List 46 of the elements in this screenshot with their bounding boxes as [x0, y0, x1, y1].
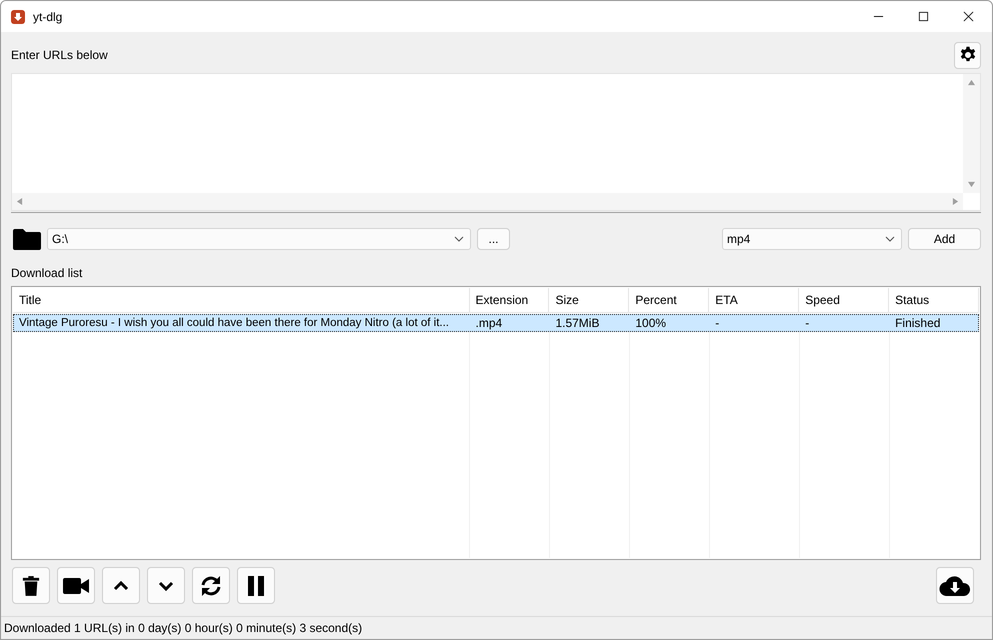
pause-button[interactable]: [237, 567, 275, 604]
table-cell-text: 100%: [634, 315, 668, 332]
table-cell-text: -: [804, 315, 810, 332]
close-icon[interactable]: [963, 11, 974, 22]
table-cell-text: Finished: [894, 315, 942, 332]
settings-button[interactable]: [954, 42, 981, 68]
column-header[interactable]: Extension: [470, 288, 550, 312]
download-button[interactable]: [936, 567, 974, 604]
add-button[interactable]: Add: [908, 228, 981, 250]
video-button[interactable]: [57, 567, 95, 604]
delete-button[interactable]: [12, 567, 50, 604]
column-header[interactable]: Speed: [799, 288, 890, 312]
browse-button[interactable]: ...: [477, 228, 510, 250]
maximize-icon[interactable]: [918, 11, 929, 22]
cloud-download-icon: [939, 574, 971, 596]
trash-icon: [22, 574, 40, 598]
format-dropdown[interactable]: mp4: [722, 228, 902, 250]
status-bar: Downloaded 1 URL(s) in 0 day(s) 0 hour(s) 0 minute(s) 3 second(s): [1, 616, 992, 639]
column-header[interactable]: Status: [889, 288, 979, 312]
reload-button[interactable]: [192, 567, 230, 604]
move-up-button[interactable]: [102, 567, 140, 604]
table-cell-text: 1.57MiB: [554, 315, 600, 332]
video-camera-icon: [63, 576, 89, 594]
url-input-field[interactable]: [11, 73, 981, 211]
pause-icon: [248, 576, 264, 596]
download-list-label: Download list: [11, 266, 84, 280]
column-header[interactable]: ETA: [709, 288, 800, 312]
table-cell-text: Vintage Puroresu - I wish you all could have been there for Monday Nitro (a lot of it...: [18, 316, 450, 331]
chevron-down-icon: [454, 236, 464, 242]
chevron-up-icon: [113, 580, 129, 590]
column-header[interactable]: Percent: [629, 288, 710, 312]
table-cell-text: -: [714, 315, 720, 332]
chevron-down-icon: [885, 236, 895, 242]
move-down-button[interactable]: [147, 567, 185, 604]
table-cell-text: .mp4: [474, 315, 504, 332]
column-header[interactable]: Title: [13, 288, 470, 312]
directory-dropdown[interactable]: G:\: [47, 228, 471, 250]
gear-icon: [958, 46, 976, 64]
url-label: Enter URLs below: [11, 48, 108, 62]
column-header[interactable]: Size: [549, 288, 630, 312]
refresh-icon: [199, 574, 223, 598]
window-title: yt-dlg: [33, 10, 62, 24]
app-icon: [11, 10, 25, 24]
list-row[interactable]: Vintage Puroresu - I wish you all could have been there for Monday Nitro (a lot of it... .mp4 1.57MiB 100% - - Finished: [13, 314, 979, 332]
folder-icon[interactable]: [13, 228, 41, 250]
chevron-down-icon: [158, 580, 174, 590]
